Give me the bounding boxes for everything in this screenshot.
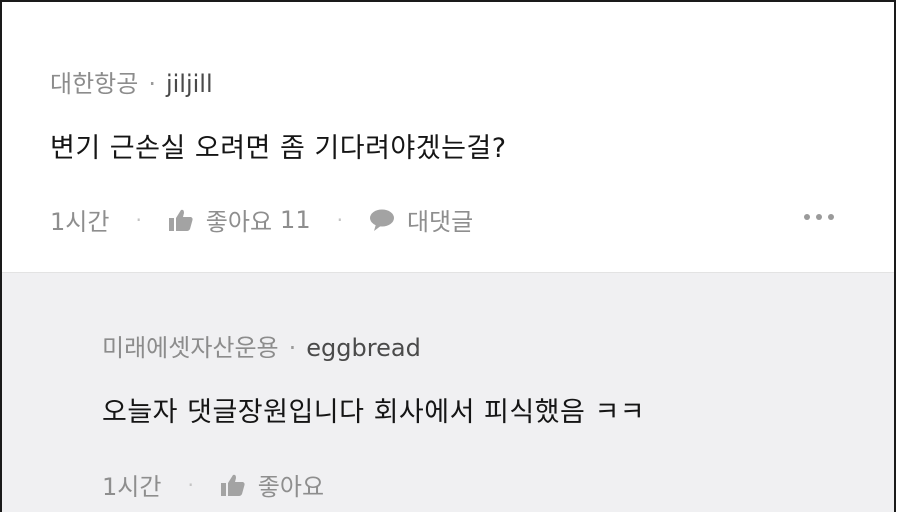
like-button[interactable]: 좋아요 11	[168, 202, 311, 237]
reply-button[interactable]: 대댓글	[369, 202, 473, 237]
more-horizontal-icon-dot	[816, 214, 822, 220]
reply-time: 1시간	[102, 473, 162, 501]
meta-separator: ·	[288, 334, 297, 362]
separator-dot: ·	[187, 472, 194, 497]
like-label: 좋아요	[257, 473, 325, 501]
comment-group: 대한항공	[50, 70, 139, 98]
comment-actions: 1시간 · 좋아요 11 · 대댓글	[50, 202, 473, 237]
comment-text: 변기 근손실 오려면 좀 기다려야겠는걸?	[50, 133, 507, 164]
speech-bubble-icon	[369, 209, 394, 231]
comment-author[interactable]: jiljill	[166, 70, 213, 98]
comment: 대한항공 · jiljill 변기 근손실 오려면 좀 기다려야겠는걸? 1시간 ·…	[2, 2, 894, 272]
thumbs-up-icon	[168, 209, 193, 231]
like-label: 좋아요	[205, 208, 273, 236]
reply-author[interactable]: eggbread	[306, 334, 421, 362]
reply-actions: 1시간 · 좋아요	[102, 467, 324, 502]
more-options-button[interactable]	[804, 214, 834, 220]
reply-label: 대댓글	[406, 208, 474, 236]
more-horizontal-icon-dot	[804, 214, 810, 220]
comment-thread: 대한항공 · jiljill 변기 근손실 오려면 좀 기다려야겠는걸? 1시간 ·…	[0, 0, 896, 512]
meta-separator: ·	[148, 70, 156, 98]
reply-comment: 미래에셋자산운용 · eggbread 오늘자 댓글장원입니다 회사에서 피식했음 …	[2, 273, 894, 512]
more-horizontal-icon-dot	[828, 214, 834, 220]
reply-text: 오늘자 댓글장원입니다 회사에서 피식했음 ㅋㅋ	[102, 397, 646, 428]
thumbs-up-icon	[220, 474, 245, 496]
comment-time: 1시간	[50, 208, 110, 236]
reply-meta: 미래에셋자산운용 · eggbread	[102, 328, 421, 363]
comment-meta: 대한항공 · jiljill	[50, 64, 213, 99]
separator-dot: ·	[336, 207, 343, 232]
like-count: 11	[280, 205, 311, 234]
reply-group: 미래에셋자산운용	[102, 334, 279, 362]
reply-like-button[interactable]: 좋아요	[220, 467, 324, 502]
separator-dot: ·	[135, 207, 142, 232]
